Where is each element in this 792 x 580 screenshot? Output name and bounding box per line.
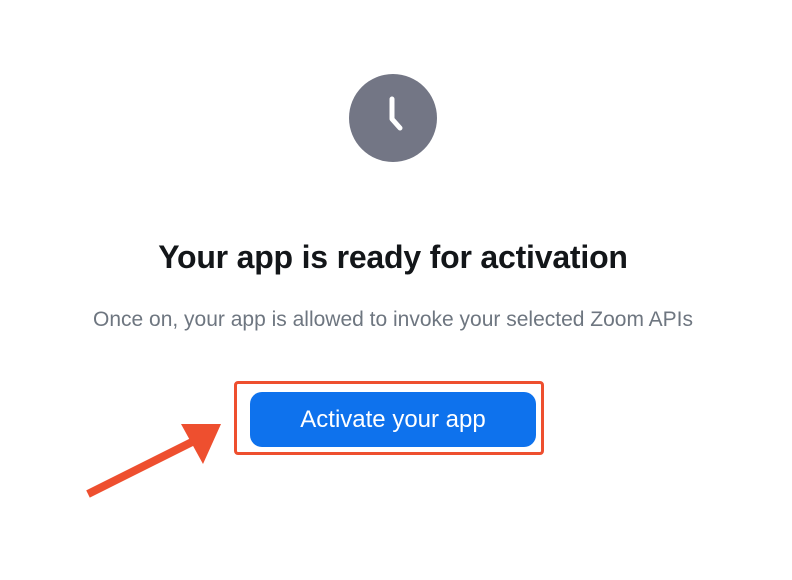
clock-icon <box>349 74 437 162</box>
page-description: Once on, your app is allowed to invoke y… <box>93 308 693 331</box>
arrow-icon <box>86 424 221 498</box>
activate-app-button[interactable]: Activate your app <box>250 392 536 447</box>
page-title: Your app is ready for activation <box>158 239 628 275</box>
